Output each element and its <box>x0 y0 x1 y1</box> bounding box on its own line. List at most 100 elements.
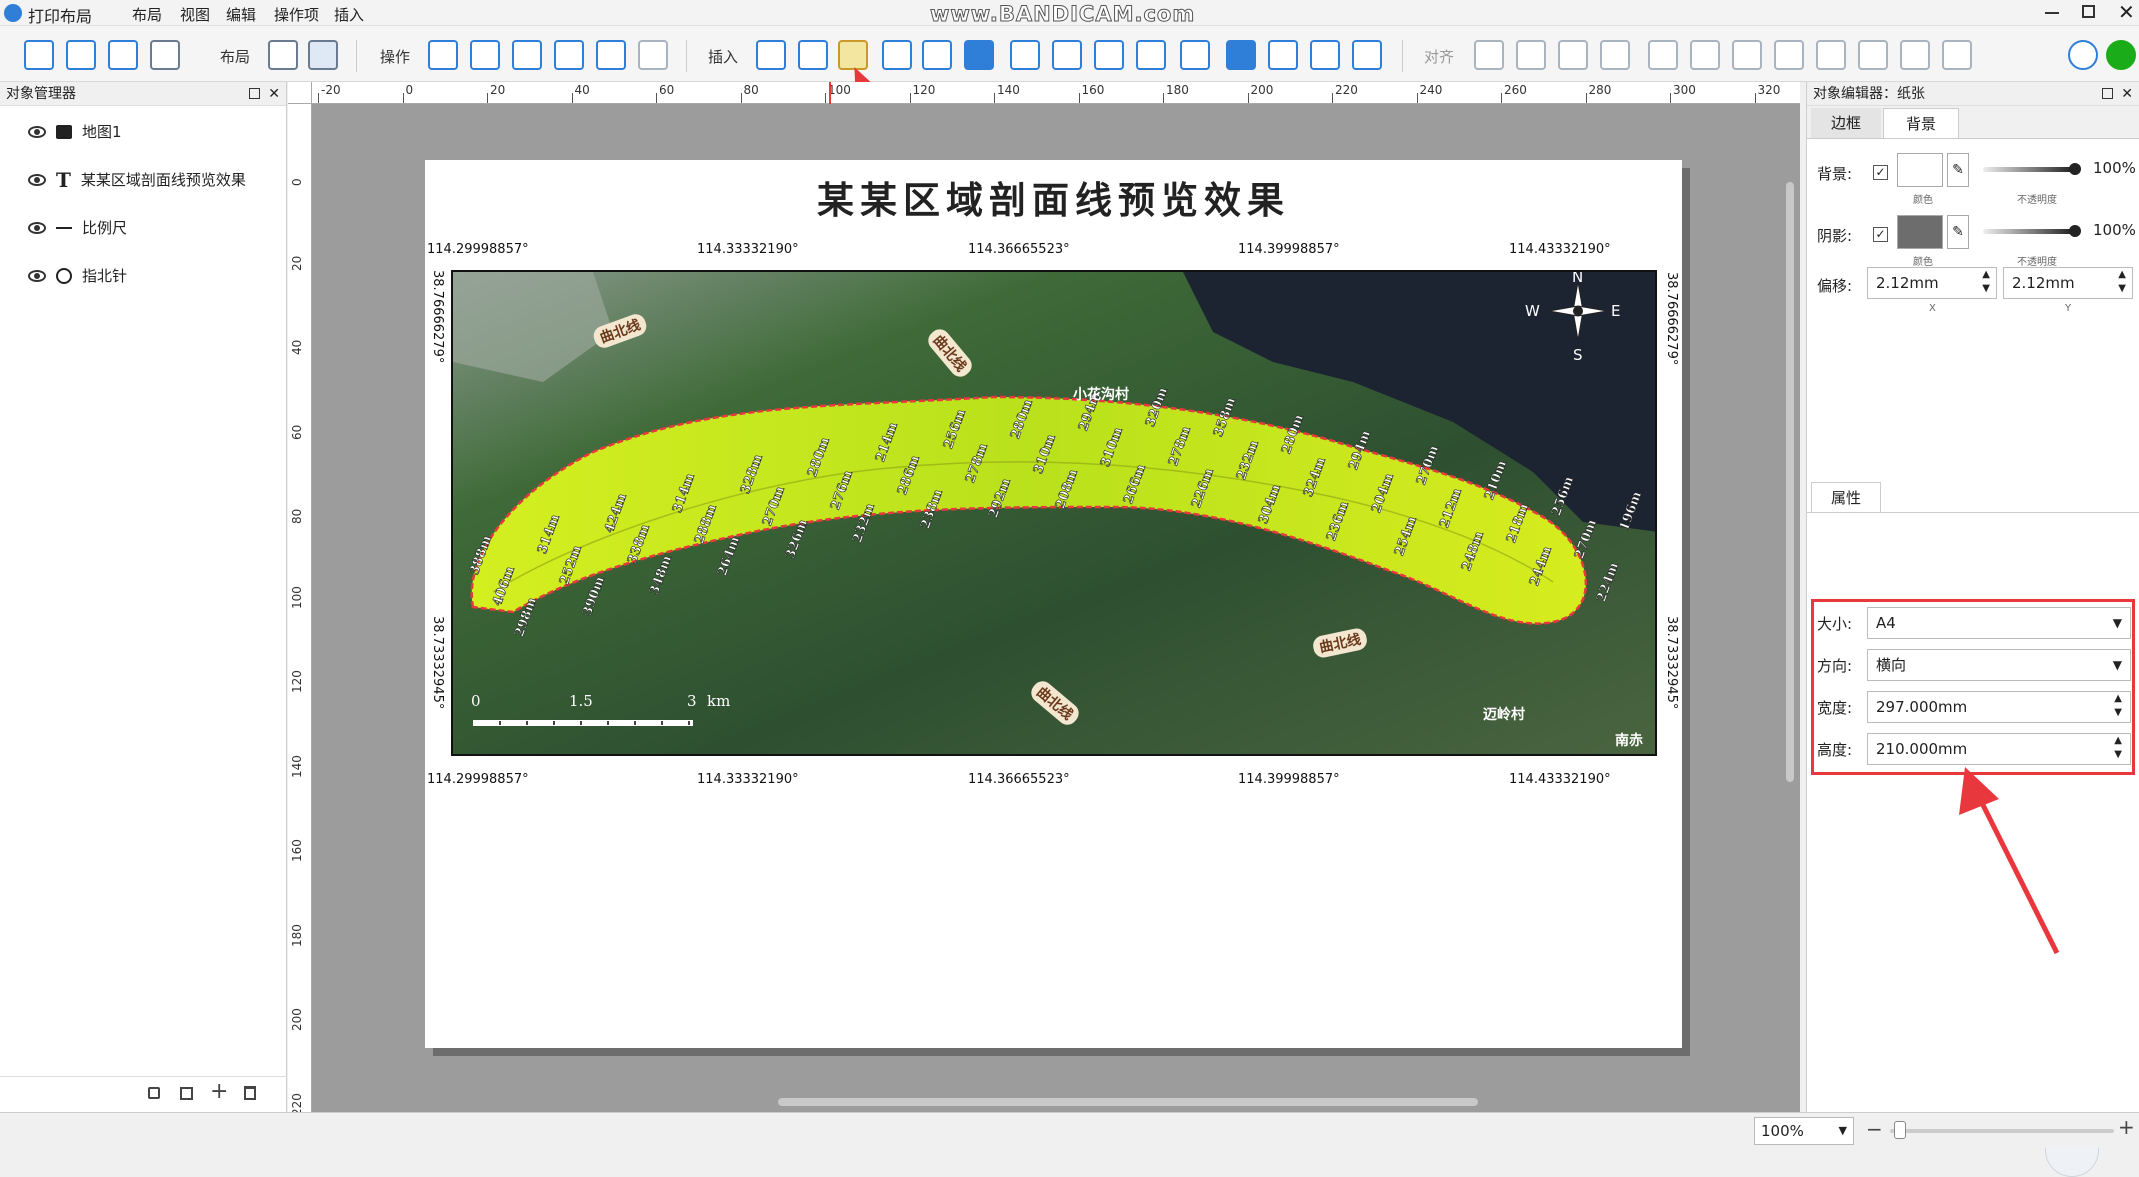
align-left-icon[interactable] <box>1648 40 1678 70</box>
redo-icon[interactable] <box>470 40 500 70</box>
visibility-eye-icon[interactable] <box>28 126 46 138</box>
tab-border[interactable]: 边框 <box>1811 108 1881 138</box>
save-icon[interactable] <box>24 40 54 70</box>
save-as-icon[interactable] <box>66 40 96 70</box>
slider-handle[interactable] <box>2069 225 2081 237</box>
insert-text-icon[interactable] <box>964 40 994 70</box>
horizontal-scrollbar[interactable] <box>778 1098 1478 1106</box>
paper-size-select[interactable]: A4 ▼ <box>1867 607 2131 639</box>
layer-bottom-icon[interactable] <box>1600 40 1630 70</box>
spinner-icon[interactable]: ▲ ▼ <box>2118 268 2126 296</box>
insert-callout-icon[interactable] <box>1226 40 1256 70</box>
insert-legend-icon[interactable] <box>1010 40 1040 70</box>
select-pointer-icon[interactable] <box>308 40 338 70</box>
zoom-select[interactable]: 100% ▼ <box>1754 1117 1854 1145</box>
object-item-map[interactable]: 地图1 <box>28 120 122 144</box>
object-item-compass[interactable]: 指北针 <box>28 264 127 288</box>
align-top-icon[interactable] <box>1774 40 1804 70</box>
spinner-icon[interactable]: ▲ ▼ <box>1982 268 1990 296</box>
eyedropper-icon[interactable]: ✎ <box>1947 215 1969 249</box>
map-title[interactable]: 某某区域剖面线预览效果 <box>425 170 1682 224</box>
delete-icon[interactable] <box>638 40 668 70</box>
copy-icon[interactable] <box>512 40 542 70</box>
tab-background[interactable]: 背景 <box>1883 108 1959 138</box>
background-color-swatch[interactable] <box>1897 153 1943 187</box>
undo-icon[interactable] <box>428 40 458 70</box>
layer-top-icon[interactable] <box>1558 40 1588 70</box>
align-center-icon[interactable] <box>1690 40 1720 70</box>
visibility-eye-icon[interactable] <box>28 174 46 186</box>
scale-bar[interactable]: 0 1.5 3 km <box>471 692 731 742</box>
north-arrow[interactable]: N S E W <box>1525 272 1620 364</box>
distribute-h-icon[interactable] <box>1900 40 1930 70</box>
insert-compass-icon[interactable] <box>882 40 912 70</box>
cut-icon[interactable] <box>554 40 584 70</box>
export-icon[interactable] <box>108 40 138 70</box>
visibility-eye-icon[interactable] <box>28 270 46 282</box>
zoom-in-icon[interactable]: + <box>2118 1115 2135 1139</box>
shadow-checkbox[interactable]: ✓ <box>1873 227 1888 242</box>
zoom-slider[interactable] <box>1890 1129 2114 1133</box>
menu-operations[interactable]: 操作项 <box>274 4 319 25</box>
pan-hand-icon[interactable] <box>268 40 298 70</box>
insert-scalebar-icon[interactable] <box>922 40 952 70</box>
layout-paper[interactable]: 某某区域剖面线预览效果 114.29998857° 114.33332190° … <box>425 160 1682 1048</box>
object-item-scalebar[interactable]: 比例尺 <box>28 216 127 240</box>
add-icon[interactable]: + <box>210 1079 228 1104</box>
restore-icon[interactable] <box>2082 5 2095 18</box>
print-icon[interactable] <box>150 40 180 70</box>
delete-item-icon[interactable] <box>244 1086 256 1100</box>
offset-x-input[interactable]: 2.12mm ▲ ▼ <box>1867 267 1997 299</box>
background-checkbox[interactable]: ✓ <box>1873 165 1888 180</box>
help-icon[interactable] <box>2068 40 2098 70</box>
insert-line-icon[interactable] <box>1094 40 1124 70</box>
insert-web-icon[interactable] <box>1352 40 1382 70</box>
duplicate-icon[interactable] <box>180 1087 193 1100</box>
menu-layout[interactable]: 布局 <box>132 4 162 25</box>
close-panel-icon[interactable]: ✕ <box>2121 82 2133 106</box>
chat-icon[interactable] <box>2106 40 2136 70</box>
layer-up-icon[interactable] <box>1474 40 1504 70</box>
lock-icon[interactable] <box>148 1087 160 1099</box>
spinner-icon[interactable]: ▲ ▼ <box>2114 734 2122 762</box>
map-frame[interactable]: 388m 406m 298m 314m 252m 390m 424m 338m 348m 314m… <box>451 270 1657 756</box>
insert-rectangle-icon[interactable] <box>1052 40 1082 70</box>
height-input[interactable]: 210.000mm ▲ ▼ <box>1867 733 2131 765</box>
insert-globe-icon[interactable] <box>798 40 828 70</box>
zoom-slider-handle[interactable] <box>1894 1121 1907 1139</box>
float-panel-icon[interactable] <box>249 88 260 99</box>
shadow-opacity-slider[interactable] <box>1983 229 2073 234</box>
zoom-out-icon[interactable]: − <box>1866 1117 1883 1141</box>
background-opacity-slider[interactable] <box>1983 167 2073 172</box>
insert-table-icon[interactable] <box>1268 40 1298 70</box>
object-item-title[interactable]: T 某某区域剖面线预览效果 <box>28 168 246 192</box>
orientation-select[interactable]: 横向 ▼ <box>1867 649 2131 681</box>
distribute-v-icon[interactable] <box>1942 40 1972 70</box>
insert-arrow-icon[interactable] <box>1180 40 1210 70</box>
close-icon[interactable]: ✕ <box>2118 0 2135 24</box>
vertical-scrollbar[interactable] <box>1786 182 1794 782</box>
insert-map-icon[interactable] <box>756 40 786 70</box>
insert-frame-icon[interactable] <box>1310 40 1340 70</box>
width-input[interactable]: 297.000mm ▲ ▼ <box>1867 691 2131 723</box>
align-bottom-icon[interactable] <box>1858 40 1888 70</box>
slider-handle[interactable] <box>2069 163 2081 175</box>
menu-insert[interactable]: 插入 <box>334 4 364 25</box>
paste-icon[interactable] <box>596 40 626 70</box>
menu-edit[interactable]: 编辑 <box>226 4 256 25</box>
shadow-color-swatch[interactable] <box>1897 215 1943 249</box>
insert-polyline-icon[interactable] <box>1136 40 1166 70</box>
close-panel-icon[interactable]: ✕ <box>268 82 280 106</box>
spinner-icon[interactable]: ▲ ▼ <box>2114 692 2122 720</box>
eyedropper-icon[interactable]: ✎ <box>1947 153 1969 187</box>
offset-y-caption: Y <box>2065 303 2072 314</box>
layer-down-icon[interactable] <box>1516 40 1546 70</box>
visibility-eye-icon[interactable] <box>28 222 46 234</box>
float-panel-icon[interactable] <box>2102 88 2113 99</box>
offset-y-input[interactable]: 2.12mm ▲ ▼ <box>2003 267 2133 299</box>
align-middle-icon[interactable] <box>1816 40 1846 70</box>
tab-properties[interactable]: 属性 <box>1811 482 1881 512</box>
align-right-icon[interactable] <box>1732 40 1762 70</box>
minimize-icon[interactable] <box>2045 12 2059 14</box>
menu-view[interactable]: 视图 <box>180 4 210 25</box>
